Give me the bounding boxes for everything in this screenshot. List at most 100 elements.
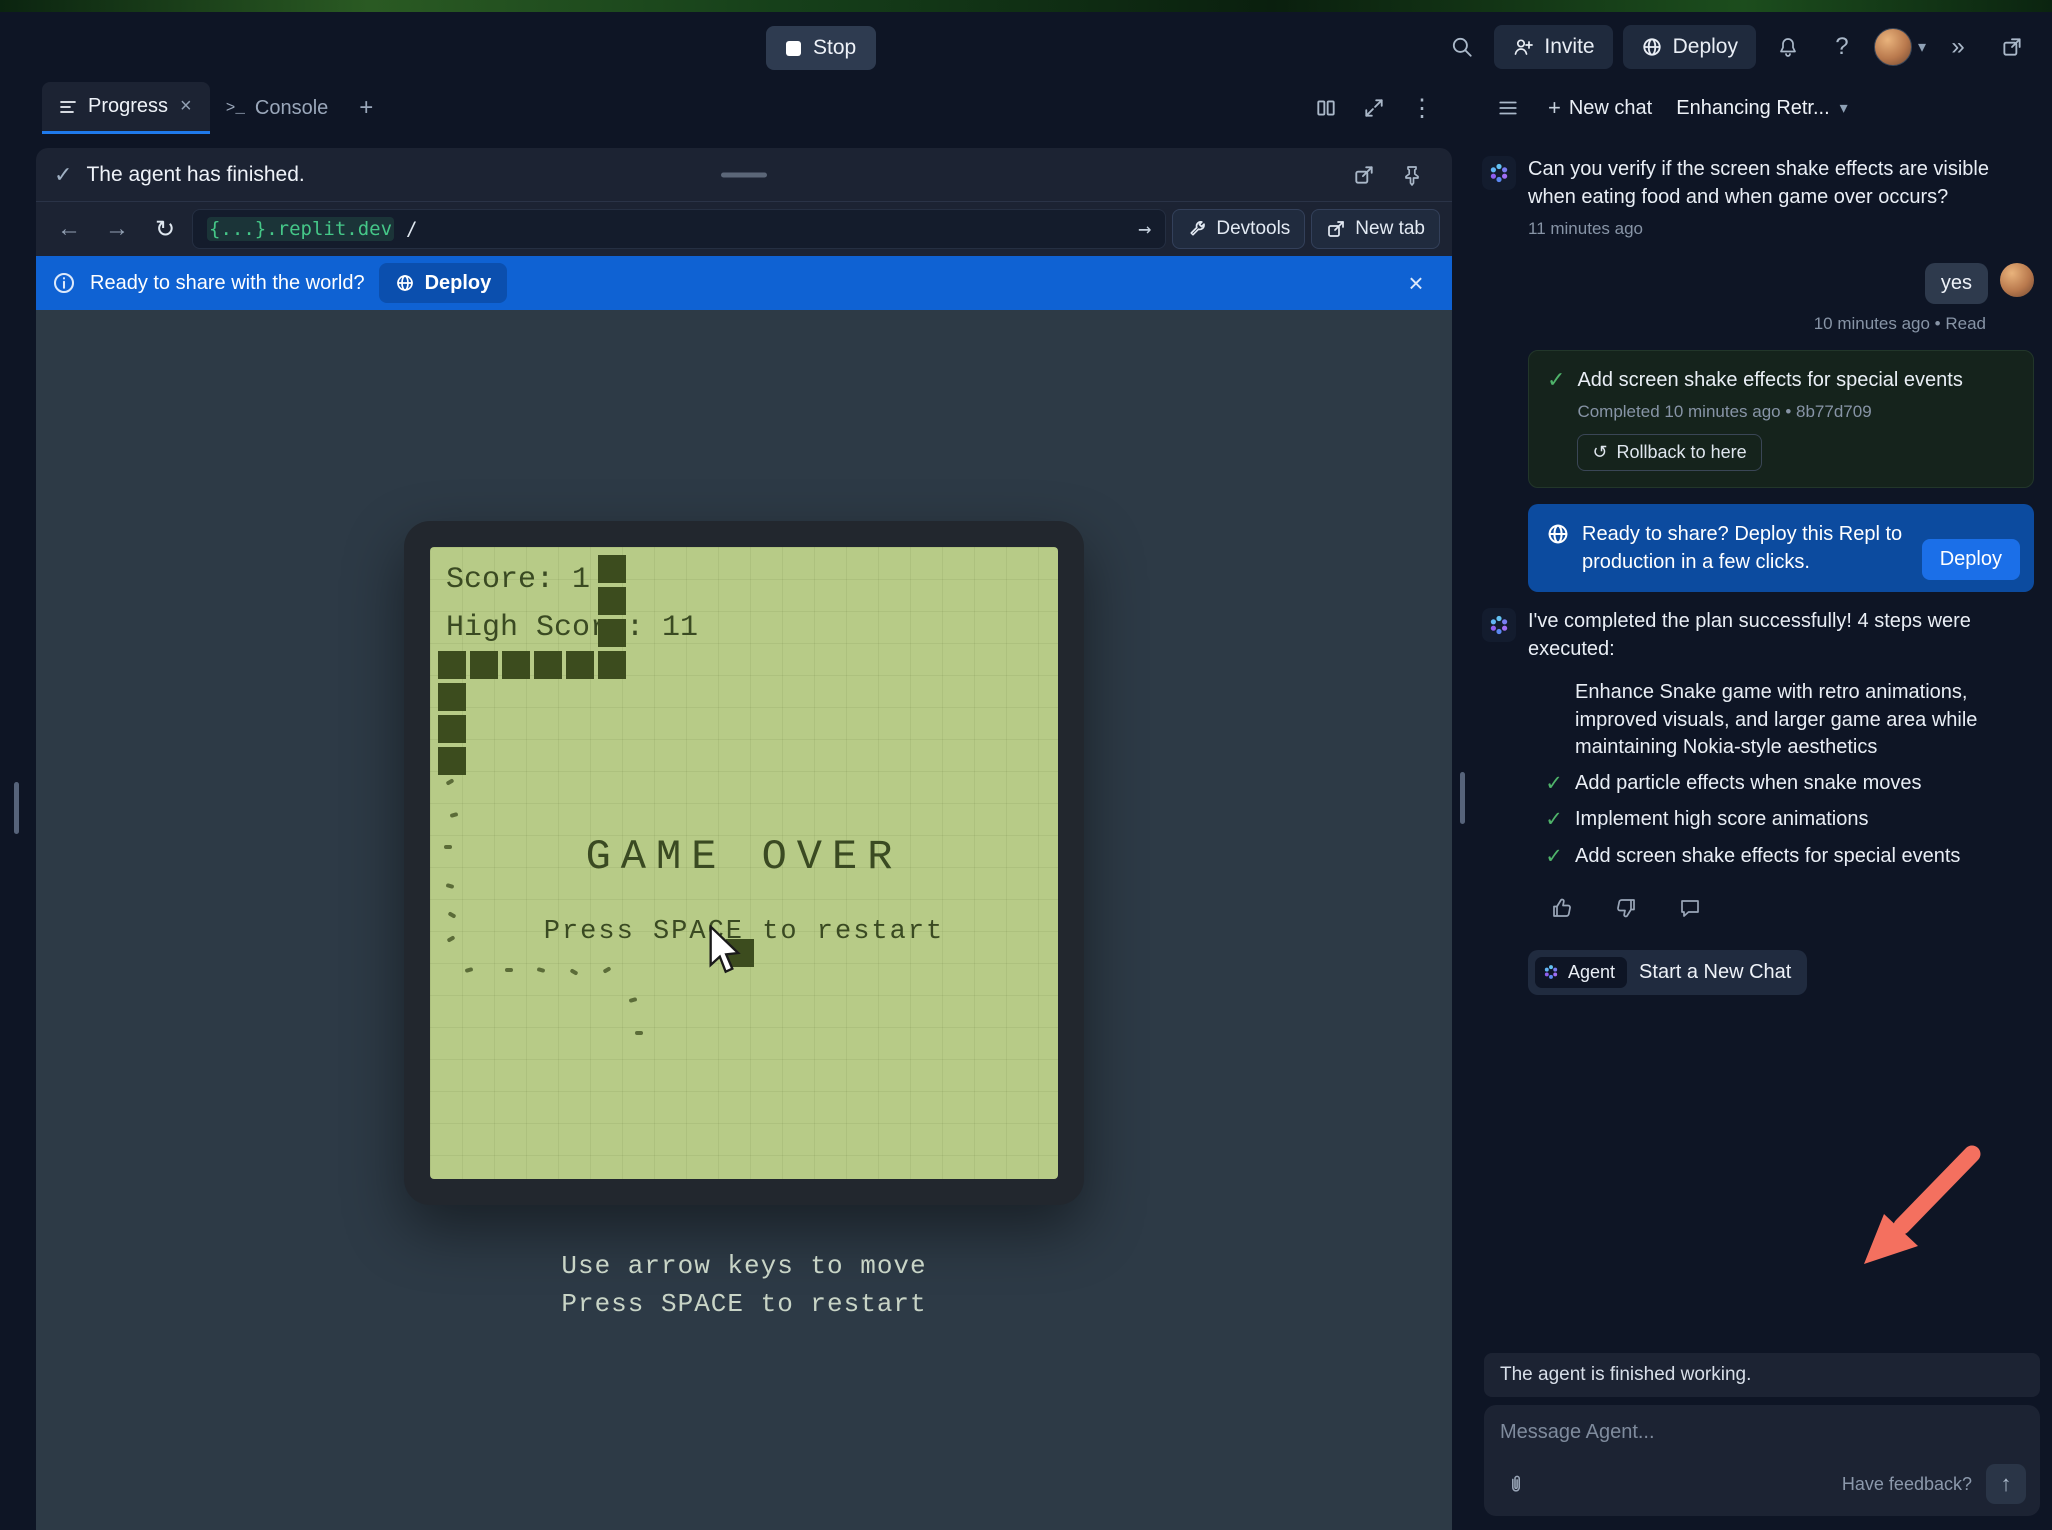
notifications-button[interactable] bbox=[1766, 25, 1810, 69]
chat-title-dropdown[interactable]: Enhancing Retr... ▾ bbox=[1676, 97, 1847, 120]
snake-block bbox=[566, 651, 594, 679]
new-tab-button[interactable]: + bbox=[344, 82, 388, 134]
deploy-icon bbox=[1641, 36, 1663, 58]
start-new-chat-button[interactable]: Agent Start a New Chat bbox=[1528, 950, 1807, 995]
stop-button[interactable]: Stop bbox=[766, 26, 876, 70]
chevron-down-icon: ▾ bbox=[1918, 37, 1926, 57]
info-icon bbox=[52, 271, 76, 295]
back-button[interactable]: ← bbox=[48, 208, 90, 250]
snake-block bbox=[438, 715, 466, 743]
progress-panel: ✓ The agent has finished. ← → ↻ bbox=[36, 148, 1452, 1530]
new-window-icon bbox=[2000, 35, 2024, 59]
rollback-label: Rollback to here bbox=[1617, 442, 1747, 463]
devtools-button[interactable]: Devtools bbox=[1172, 209, 1305, 249]
instructions-line-2: Press SPACE to restart bbox=[561, 1286, 926, 1324]
step-label: Enhance Snake game with retro animations… bbox=[1575, 679, 2030, 761]
pin-button[interactable] bbox=[1390, 153, 1434, 197]
user-message: yes bbox=[1482, 263, 2034, 304]
particle bbox=[537, 967, 546, 973]
refresh-button[interactable]: ↻ bbox=[144, 208, 186, 250]
url-path: / bbox=[406, 218, 417, 240]
panel-drag-handle[interactable] bbox=[721, 172, 767, 177]
thumbs-down-button[interactable] bbox=[1606, 888, 1646, 928]
game-over-text: GAME OVER bbox=[430, 833, 1058, 881]
check-icon: ✓ bbox=[54, 162, 72, 188]
restart-hint-text: Press SPACE to restart bbox=[430, 917, 1058, 947]
pane-divider bbox=[1452, 82, 1472, 1530]
message-input[interactable] bbox=[1500, 1421, 2026, 1444]
user-message-bubble: yes bbox=[1925, 263, 1988, 304]
step-item: ✓Add particle effects when snake moves bbox=[1542, 770, 2034, 797]
new-tab-label: New tab bbox=[1355, 218, 1425, 240]
expand-pane-button[interactable] bbox=[1352, 86, 1396, 130]
attach-button[interactable] bbox=[1500, 1468, 1532, 1500]
chevron-down-icon: ▾ bbox=[1840, 98, 1848, 118]
step-check-icon: ✓ bbox=[1542, 806, 1566, 833]
deploy-icon bbox=[1546, 522, 1570, 546]
tab-bar: Progress × >_ Console + ⋮ bbox=[36, 82, 1452, 134]
new-chat-button[interactable]: + New chat bbox=[1538, 87, 1662, 129]
webview[interactable]: Score: 1 High Score: 11 GAME OVER Press … bbox=[36, 310, 1452, 1530]
go-arrow-icon[interactable]: → bbox=[1138, 217, 1151, 242]
split-view-icon bbox=[1315, 97, 1337, 119]
banner-deploy-button[interactable]: Deploy bbox=[379, 263, 508, 303]
comment-button[interactable] bbox=[1670, 888, 1710, 928]
step-label: Add screen shake effects for special eve… bbox=[1575, 843, 1960, 870]
more-panels-button[interactable]: » bbox=[1936, 25, 1980, 69]
paperclip-icon bbox=[1505, 1473, 1527, 1495]
deploy-promo-button[interactable]: Deploy bbox=[1922, 539, 2020, 580]
rollback-button[interactable]: ↺ Rollback to here bbox=[1577, 434, 1761, 471]
pin-icon bbox=[1401, 164, 1423, 186]
deploy-label: Deploy bbox=[1673, 35, 1738, 59]
rollback-icon: ↺ bbox=[1592, 442, 1607, 463]
pane-menu-button[interactable]: ⋮ bbox=[1400, 86, 1444, 130]
feedback-row bbox=[1542, 888, 2034, 928]
have-feedback-link[interactable]: Have feedback? bbox=[1842, 1474, 1972, 1495]
chat-history-button[interactable] bbox=[1486, 86, 1530, 130]
tab-progress[interactable]: Progress × bbox=[42, 82, 210, 134]
banner-text: Ready to share with the world? bbox=[90, 272, 365, 295]
deploy-button[interactable]: Deploy bbox=[1623, 25, 1756, 69]
left-edge-strip bbox=[0, 82, 36, 1530]
game-screen[interactable]: Score: 1 High Score: 11 GAME OVER Press … bbox=[430, 547, 1058, 1179]
open-external-button[interactable] bbox=[1342, 153, 1386, 197]
instructions-line-1: Use arrow keys to move bbox=[561, 1248, 926, 1286]
game-device-frame: Score: 1 High Score: 11 GAME OVER Press … bbox=[404, 521, 1084, 1205]
send-button[interactable]: ↑ bbox=[1986, 1464, 2026, 1504]
tab-console[interactable]: >_ Console bbox=[210, 82, 345, 134]
thumbs-up-button[interactable] bbox=[1542, 888, 1582, 928]
agent-status-text: The agent has finished. bbox=[86, 163, 304, 187]
chat-title: Enhancing Retr... bbox=[1676, 97, 1829, 120]
pane-resize-handle[interactable] bbox=[1460, 772, 1465, 824]
plus-icon: + bbox=[1548, 95, 1561, 121]
sidebar-drag-handle[interactable] bbox=[14, 782, 19, 834]
expand-icon bbox=[1363, 97, 1385, 119]
invite-button[interactable]: Invite bbox=[1494, 25, 1612, 69]
particle bbox=[450, 812, 459, 818]
search-button[interactable] bbox=[1440, 25, 1484, 69]
step-check-icon: ✓ bbox=[1542, 843, 1566, 870]
help-button[interactable]: ? bbox=[1820, 25, 1864, 69]
open-window-button[interactable] bbox=[1990, 25, 2034, 69]
url-bar[interactable]: {...}.replit.dev / → bbox=[192, 209, 1166, 249]
game-instructions: Use arrow keys to move Press SPACE to re… bbox=[561, 1248, 926, 1323]
open-new-tab-button[interactable]: New tab bbox=[1311, 209, 1440, 249]
account-menu[interactable]: ▾ bbox=[1874, 28, 1926, 66]
chat-header: + New chat Enhancing Retr... ▾ bbox=[1472, 82, 2052, 134]
particle bbox=[570, 968, 579, 975]
forward-button[interactable]: → bbox=[96, 208, 138, 250]
banner-close-icon[interactable]: × bbox=[1396, 268, 1436, 299]
particle bbox=[446, 778, 455, 785]
checkpoint-title: Add screen shake effects for special eve… bbox=[1577, 367, 1962, 394]
back-icon: ← bbox=[57, 215, 81, 243]
agent-avatar bbox=[1482, 156, 1516, 190]
help-icon: ? bbox=[1835, 33, 1848, 61]
completion-message-text: I've completed the plan successfully! 4 … bbox=[1528, 608, 1998, 663]
close-tab-icon[interactable]: × bbox=[178, 95, 194, 118]
snake-block bbox=[502, 651, 530, 679]
refresh-icon: ↻ bbox=[155, 215, 175, 244]
step-label: Implement high score animations bbox=[1575, 806, 1868, 833]
split-view-button[interactable] bbox=[1304, 86, 1348, 130]
kebab-icon: ⋮ bbox=[1410, 94, 1434, 123]
devtools-icon bbox=[1187, 219, 1207, 239]
